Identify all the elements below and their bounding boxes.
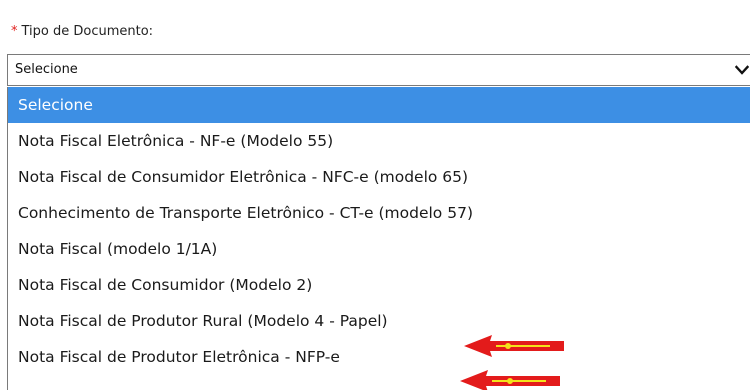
option-nfe-modelo-55[interactable]: Nota Fiscal Eletrônica - NF-e (Modelo 55… bbox=[8, 123, 750, 159]
red-arrow-icon bbox=[464, 335, 564, 357]
option-nf-consumidor-modelo-2[interactable]: Nota Fiscal de Consumidor (Modelo 2) bbox=[8, 267, 750, 303]
document-type-options[interactable]: Selecione Nota Fiscal Eletrônica - NF-e … bbox=[7, 87, 750, 390]
required-marker: * bbox=[11, 24, 18, 39]
option-nf-produtor-rural-modelo-4[interactable]: Nota Fiscal de Produtor Rural (Modelo 4 … bbox=[8, 303, 750, 339]
document-type-label: * Tipo de Documento: bbox=[11, 22, 153, 42]
option-nfpe[interactable]: Nota Fiscal de Produtor Eletrônica - NFP… bbox=[8, 339, 750, 375]
option-nf-modelo-1-1a[interactable]: Nota Fiscal (modelo 1/1A) bbox=[8, 231, 750, 267]
option-selecione[interactable]: Selecione bbox=[8, 87, 750, 123]
chevron-down-icon[interactable] bbox=[735, 65, 749, 75]
option-cte-modelo-57[interactable]: Conhecimento de Transporte Eletrônico - … bbox=[8, 195, 750, 231]
field-label-text: Tipo de Documento: bbox=[21, 24, 154, 39]
document-type-select[interactable]: Selecione bbox=[7, 54, 750, 86]
select-value: Selecione bbox=[15, 62, 78, 77]
red-arrow-icon bbox=[460, 370, 560, 390]
option-nfce-modelo-65[interactable]: Nota Fiscal de Consumidor Eletrônica - N… bbox=[8, 159, 750, 195]
